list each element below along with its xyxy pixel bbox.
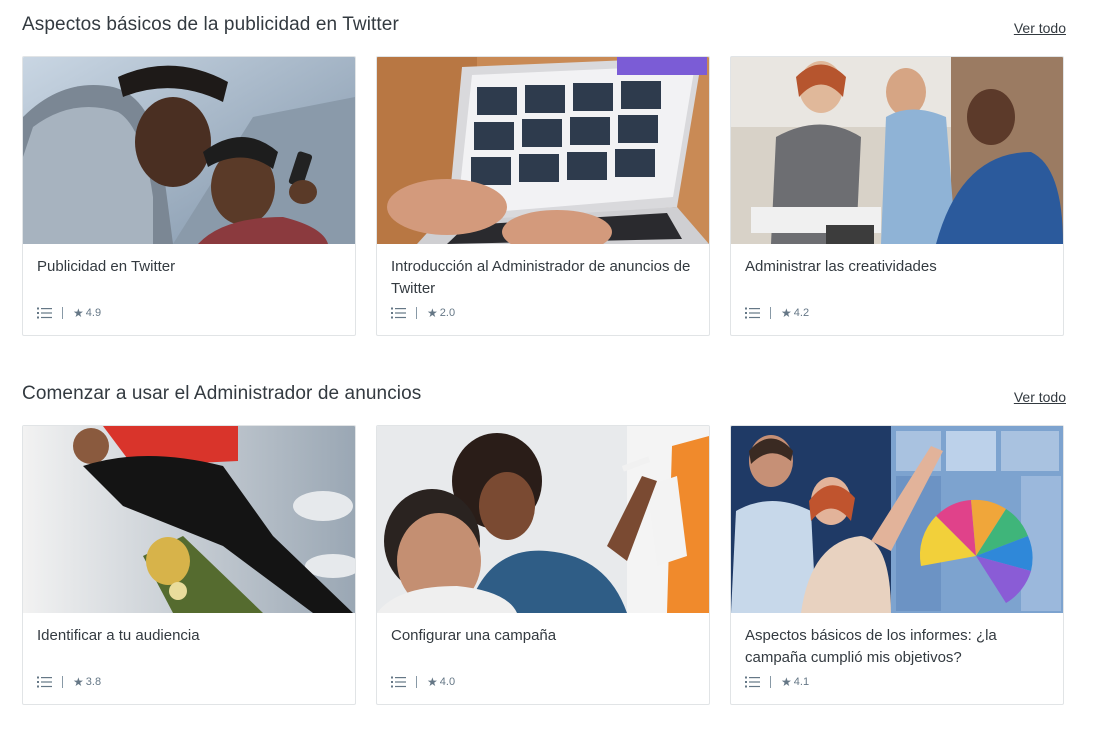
star-icon: ★ [781,306,792,320]
course-title: Publicidad en Twitter [37,258,176,275]
list-icon [391,676,406,688]
list-icon [37,676,52,688]
course-card[interactable]: Introducción al Administrador de anuncio… [376,56,710,336]
course-meta: ★ 4.0 [391,675,455,689]
course-meta: ★ 4.9 [37,306,101,320]
course-card[interactable]: Administrar las creatividades ★ 4.2 [730,56,1064,336]
course-thumbnail [731,57,1063,244]
course-title: Aspectos básicos de los informes: ¿la ca… [745,627,997,666]
star-icon: ★ [73,675,84,689]
course-card[interactable]: Publicidad en Twitter ★ 4.9 [22,56,356,336]
course-meta: ★ 2.0 [391,306,455,320]
course-thumbnail [23,57,355,244]
course-title: Introducción al Administrador de anuncio… [391,258,691,297]
course-thumbnail [377,426,709,613]
course-card-list: Publicidad en Twitter ★ 4.9 Introducción… [22,56,1066,336]
course-rating: 4.2 [793,307,810,319]
list-icon [391,307,406,319]
course-section: Comenzar a usar el Administrador de anun… [22,383,1066,705]
course-meta: ★ 4.1 [745,675,809,689]
course-meta: ★ 4.2 [745,306,809,320]
section-title: Aspectos básicos de la publicidad en Twi… [22,14,399,35]
star-icon: ★ [427,675,438,689]
course-section: Aspectos básicos de la publicidad en Twi… [22,14,1066,336]
meta-divider [62,676,63,688]
meta-divider [770,676,771,688]
list-icon [745,676,760,688]
star-icon: ★ [427,306,438,320]
course-rating: 3.8 [85,676,102,688]
meta-divider [416,676,417,688]
course-card[interactable]: Identificar a tu audiencia ★ 3.8 [22,425,356,705]
course-rating: 2.0 [439,307,456,319]
star-icon: ★ [73,306,84,320]
course-rating: 4.9 [85,307,102,319]
meta-divider [770,307,771,319]
list-icon [745,307,760,319]
meta-divider [416,307,417,319]
course-thumbnail [731,426,1063,613]
course-title: Identificar a tu audiencia [37,627,200,644]
course-card[interactable]: Configurar una campaña ★ 4.0 [376,425,710,705]
section-title: Comenzar a usar el Administrador de anun… [22,383,422,404]
meta-divider [62,307,63,319]
list-icon [37,307,52,319]
course-card[interactable]: Aspectos básicos de los informes: ¿la ca… [730,425,1064,705]
course-thumbnail [377,57,709,244]
course-meta: ★ 3.8 [37,675,101,689]
course-title: Configurar una campaña [391,627,557,644]
section-header: Aspectos básicos de la publicidad en Twi… [22,14,1066,56]
course-title: Administrar las creatividades [745,258,937,275]
see-all-link[interactable]: Ver todo [1014,20,1066,36]
course-rating: 4.0 [439,676,456,688]
star-icon: ★ [781,675,792,689]
course-rating: 4.1 [793,676,810,688]
see-all-link[interactable]: Ver todo [1014,389,1066,405]
course-card-list: Identificar a tu audiencia ★ 3.8 Configu… [22,425,1066,705]
section-header: Comenzar a usar el Administrador de anun… [22,383,1066,425]
course-thumbnail [23,426,355,613]
